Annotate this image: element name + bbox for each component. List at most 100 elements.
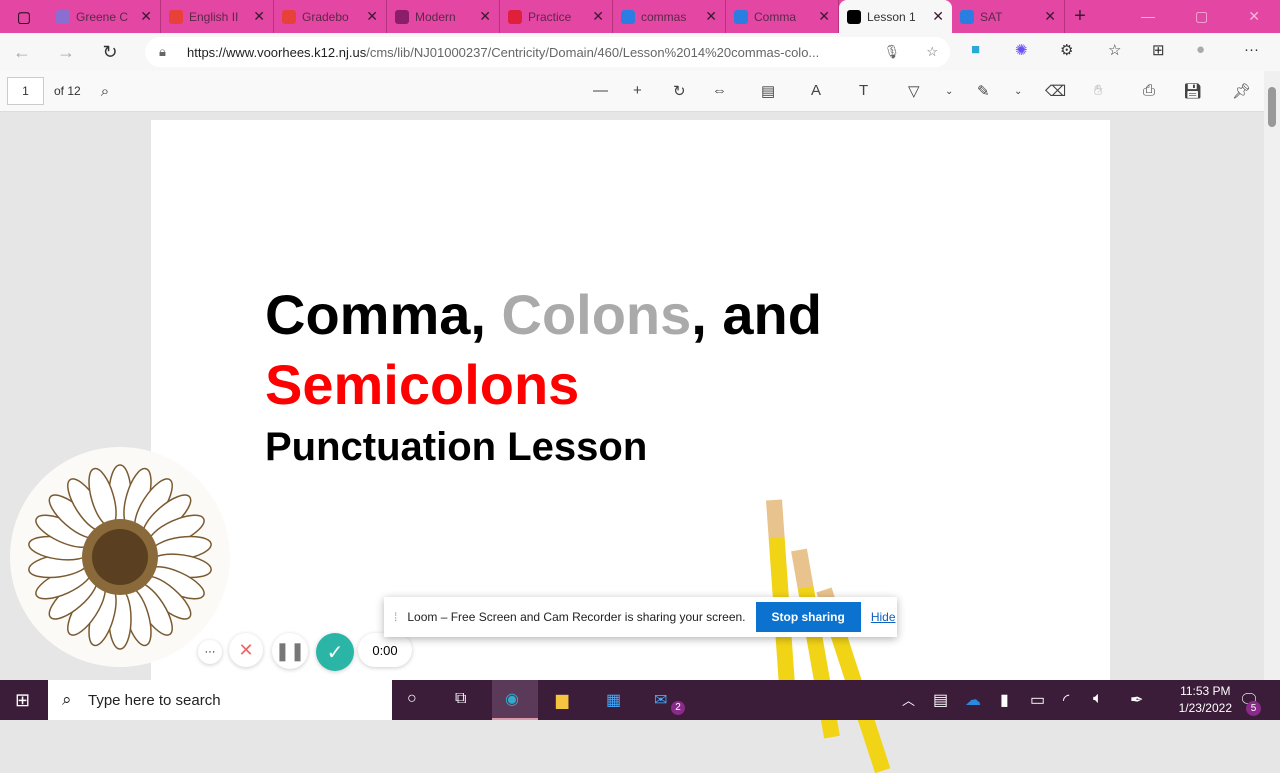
tab-favicon-icon (960, 9, 974, 24)
rotate-icon[interactable]: ↻ (673, 82, 686, 100)
edge-icon: ◉ (505, 691, 519, 708)
tab-favicon-icon (282, 9, 296, 24)
back-button[interactable]: ← (0, 42, 44, 63)
highlight-icon[interactable]: ✎ (977, 82, 990, 100)
tab-favicon-icon (169, 9, 183, 24)
pdf-page: Comma, Colons, and Semicolons Punctuatio… (151, 120, 1110, 773)
loom-pause-button[interactable]: ❚❚ (272, 633, 308, 669)
zoom-out-icon[interactable]: — (593, 82, 608, 99)
scrollbar[interactable] (1264, 71, 1280, 680)
tab[interactable]: Gradebo ✕ (274, 0, 387, 33)
tab-favicon-icon (56, 9, 70, 24)
page-view-icon[interactable]: ▤ (761, 82, 775, 100)
print-icon[interactable]: ⎙ (1143, 82, 1155, 99)
loom-timer: 0:00 (358, 633, 412, 667)
volume-icon[interactable]: 🔈︎ (1093, 690, 1103, 708)
url-input[interactable]: 🔒︎ https://www.voorhees.k12.nj.us/cms/li… (145, 37, 950, 67)
draw-icon[interactable]: ▽ (908, 82, 920, 100)
loom-cancel-button[interactable]: ✕ (229, 633, 263, 667)
close-tab-icon[interactable]: ✕ (818, 8, 830, 25)
fit-width-icon[interactable]: ⇔ (712, 82, 727, 99)
tab[interactable]: English II ✕ (161, 0, 274, 33)
read-aloud-icon[interactable]: A (811, 82, 821, 99)
favorite-add-icon[interactable]: ☆ (926, 44, 938, 60)
maximize-button[interactable]: ▢ (1195, 8, 1208, 25)
tab-bar: ▢ Greene C ✕ English II ✕ Gradebo ✕ Modern ✕ Pra… (0, 0, 1280, 33)
taskbar-search-input[interactable]: ⌕ Type here to search (48, 680, 392, 720)
search-icon: ⌕ (62, 690, 72, 709)
search-icon[interactable]: ⌕ (101, 83, 109, 100)
chevron-down-icon[interactable]: ⌄ (1014, 86, 1022, 97)
tab[interactable]: Comma ✕ (726, 0, 839, 33)
close-tab-icon[interactable]: ✕ (592, 8, 604, 25)
minimize-button[interactable]: — (1141, 8, 1155, 25)
tab[interactable]: commas ✕ (613, 0, 726, 33)
collections-icon[interactable]: ⊞ (1152, 41, 1165, 59)
stop-sharing-button[interactable]: Stop sharing (755, 602, 861, 632)
clock[interactable]: 11:53 PM 1/23/2022 (1179, 683, 1232, 717)
wifi-icon[interactable]: ◜ (1063, 690, 1069, 710)
zoom-in-icon[interactable]: + (633, 82, 642, 99)
refresh-button[interactable]: ↻ (88, 42, 132, 63)
close-window-button[interactable]: ✕ (1248, 8, 1260, 25)
profile-avatar[interactable]: ● (1196, 41, 1205, 58)
tab-favicon-icon (847, 9, 861, 24)
microphone-icon[interactable]: 🎙︎ (883, 44, 900, 60)
edge-taskbar-button[interactable]: ◉ (492, 680, 538, 720)
text-icon[interactable]: T (859, 82, 868, 99)
file-explorer-icon[interactable]: ▆ (556, 690, 568, 710)
extensions-icon[interactable]: ⚙︎ (1060, 41, 1073, 59)
chevron-down-icon[interactable]: ⌄ (945, 86, 953, 97)
tab[interactable]: Practice ✕ (500, 0, 613, 33)
loom-more-button[interactable]: ··· (198, 640, 222, 664)
extension-icon[interactable]: ■ (971, 41, 980, 58)
notification-badge: 5 (1246, 701, 1261, 716)
forward-button[interactable]: → (44, 42, 88, 63)
save-icon[interactable]: 💾︎ (1183, 82, 1202, 100)
windows-start-icon[interactable]: ⊞ (15, 690, 30, 711)
sunflower-camera-bubble (10, 447, 230, 667)
pen-icon[interactable]: ✒ (1130, 690, 1143, 710)
more-menu-icon[interactable]: ··· (1244, 41, 1259, 58)
close-tab-icon[interactable]: ✕ (253, 8, 265, 25)
cortana-icon[interactable]: ○ (407, 690, 417, 708)
tab-favicon-icon (508, 9, 522, 24)
address-bar-row: ← → ↻ 🔒︎ https://www.voorhees.k12.nj.us /… (0, 33, 1280, 71)
lock-icon: 🔒︎ (159, 44, 166, 59)
tab-actions-icon[interactable]: ▢ (0, 8, 48, 26)
pin-icon[interactable]: 📌︎ (1232, 82, 1251, 100)
page-number-input[interactable]: 1 (7, 77, 44, 105)
chevron-up-icon[interactable]: ︿ (902, 690, 915, 709)
mail-icon[interactable]: ✉ (654, 690, 667, 710)
onedrive-icon[interactable]: ☁ (965, 690, 981, 710)
usb-icon[interactable]: ▮ (1000, 690, 1009, 710)
close-tab-icon[interactable]: ✕ (1044, 8, 1056, 25)
close-tab-icon[interactable]: ✕ (932, 8, 944, 25)
drag-handle-icon[interactable]: ⁞ (394, 610, 397, 624)
document-subtitle: Punctuation Lesson (265, 425, 648, 469)
eraser-icon[interactable]: ⌫ (1045, 82, 1066, 100)
store-icon[interactable]: ▦ (606, 690, 621, 710)
task-view-icon[interactable]: ⧉ (455, 690, 466, 708)
tab[interactable]: SAT ✕ (952, 0, 1065, 33)
tab[interactable]: Greene C ✕ (48, 0, 161, 33)
tab[interactable]: Modern ✕ (387, 0, 500, 33)
touch-icon: ✋︎ (1094, 82, 1103, 99)
close-tab-icon[interactable]: ✕ (705, 8, 717, 25)
tab[interactable]: Lesson 1 ✕ (839, 0, 952, 33)
page-count: of 12 (54, 84, 81, 98)
tray-app-icon[interactable]: ▤ (933, 690, 948, 710)
favorites-icon[interactable]: ☆ (1108, 41, 1121, 59)
sharing-message: Loom – Free Screen and Cam Recorder is s… (407, 610, 746, 624)
sunflower-icon (28, 464, 212, 650)
close-tab-icon[interactable]: ✕ (140, 8, 152, 25)
loom-finish-button[interactable]: ✓ (316, 633, 354, 671)
new-tab-button[interactable]: + (1065, 5, 1095, 28)
pencil-image (766, 499, 796, 691)
close-tab-icon[interactable]: ✕ (479, 8, 491, 25)
hide-button[interactable]: Hide (871, 610, 896, 624)
close-tab-icon[interactable]: ✕ (366, 8, 378, 25)
battery-icon[interactable]: ▭ (1030, 690, 1045, 710)
extension-icon[interactable]: ✺ (1015, 41, 1028, 59)
scrollbar-thumb[interactable] (1268, 87, 1276, 127)
